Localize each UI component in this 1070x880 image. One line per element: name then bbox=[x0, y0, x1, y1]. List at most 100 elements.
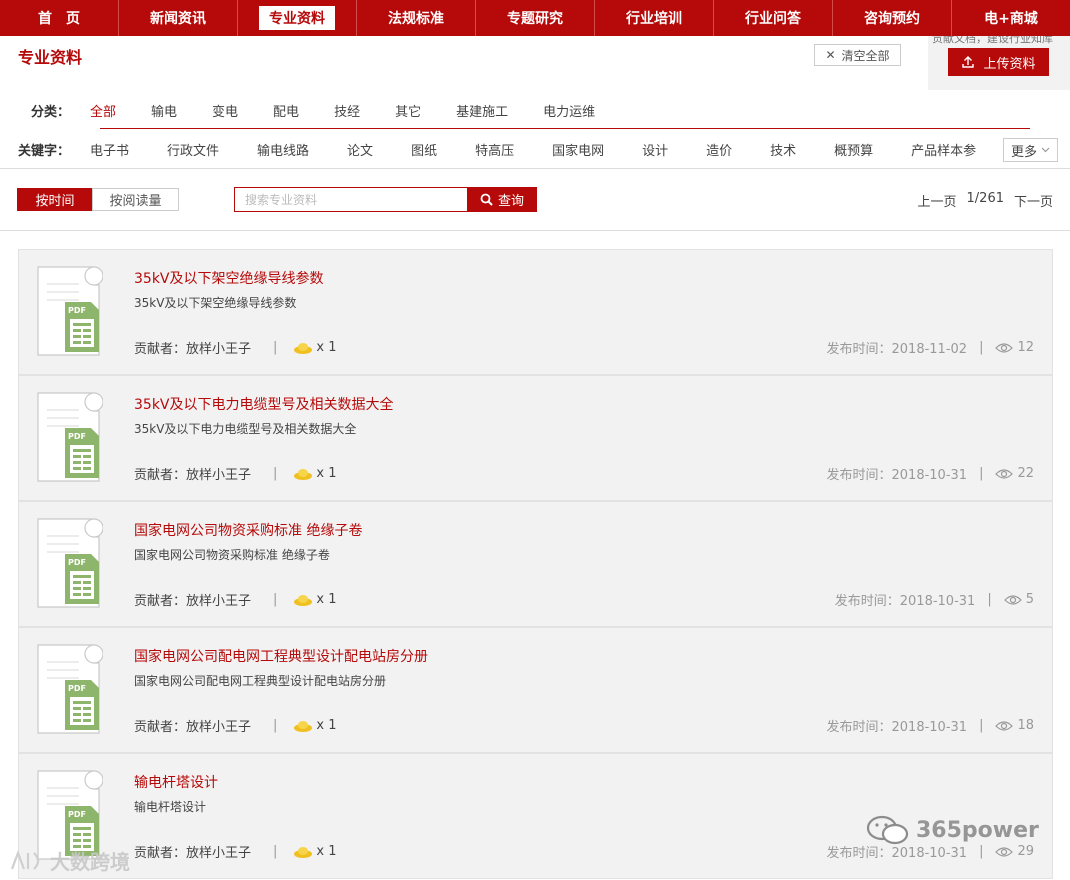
page-title: 专业资料 bbox=[18, 48, 83, 67]
view-count-value: 5 bbox=[1025, 592, 1034, 607]
divider bbox=[0, 230, 1070, 231]
document-description: 35kV及以下架空绝缘导线参数 bbox=[134, 296, 297, 310]
eye-icon bbox=[995, 720, 1014, 731]
keyword-label: 关键字： bbox=[17, 143, 70, 159]
document-meta: 贡献者：放样小王子 | x 1 bbox=[134, 590, 337, 609]
pager: 上一页 1/261 下一页 bbox=[918, 191, 1054, 210]
coin-count: x 1 bbox=[316, 466, 337, 481]
document-title[interactable]: 国家电网公司物资采购标准 绝缘子卷 bbox=[134, 520, 362, 540]
document-stats: 发布时间：2018-11-02 | 12 bbox=[827, 338, 1035, 357]
top-nav: 首 页 新闻资讯 专业资料 法规标准 专题研究 行业培训 行业问答 咨询预约 电… bbox=[0, 0, 1070, 36]
keyword-item[interactable]: 图纸 bbox=[411, 140, 437, 159]
document-description: 输电杆塔设计 bbox=[134, 800, 207, 814]
document-description: 国家电网公司配电网工程典型设计配电站房分册 bbox=[134, 674, 387, 688]
nav-qa[interactable]: 行业问答 bbox=[714, 0, 833, 36]
keyword-item[interactable]: 特高压 bbox=[475, 140, 514, 159]
nav-training[interactable]: 行业培训 bbox=[595, 0, 714, 36]
keyword-item[interactable]: 设计 bbox=[642, 140, 668, 159]
nav-home[interactable]: 首 页 bbox=[0, 0, 119, 36]
next-page-link[interactable]: 下一页 bbox=[1014, 191, 1053, 210]
view-count: 22 bbox=[995, 466, 1034, 481]
keyword-item[interactable]: 国家电网 bbox=[552, 140, 604, 159]
view-count-value: 22 bbox=[1017, 466, 1034, 481]
coin-cost: x 1 bbox=[293, 340, 337, 355]
eye-icon bbox=[995, 846, 1014, 857]
sort-by-reads-button[interactable]: 按阅读量 bbox=[92, 188, 179, 211]
separator: | bbox=[273, 592, 278, 607]
gold-ingot-icon bbox=[294, 720, 313, 732]
keyword-item[interactable]: 行政文件 bbox=[167, 140, 219, 159]
nav-regulations[interactable]: 法规标准 bbox=[357, 0, 476, 36]
contributor: 贡献者：放样小王子 bbox=[134, 846, 252, 861]
coin-cost: x 1 bbox=[293, 718, 337, 733]
clear-all-button[interactable]: ✕ 清空全部 bbox=[814, 44, 901, 66]
list-item[interactable]: PDF 35kV及以下架空绝缘导线参数 35kV及以下架空绝缘导线参数 贡献者：放样小… bbox=[18, 249, 1053, 375]
view-count-value: 29 bbox=[1017, 844, 1034, 859]
view-count: 5 bbox=[1003, 592, 1034, 607]
keyword-item[interactable]: 技术 bbox=[770, 140, 796, 159]
keyword-item[interactable]: 产品样本参 bbox=[911, 140, 976, 159]
category-tech-econ[interactable]: 技经 bbox=[334, 101, 360, 120]
nav-consult[interactable]: 咨询预约 bbox=[833, 0, 952, 36]
list-item[interactable]: PDF 国家电网公司物资采购标准 绝缘子卷 国家电网公司物资采购标准 绝缘子卷 贡献者… bbox=[18, 501, 1053, 627]
category-operation[interactable]: 电力运维 bbox=[543, 101, 595, 120]
document-title[interactable]: 35kV及以下电力电缆型号及相关数据大全 bbox=[134, 394, 394, 414]
keyword-item[interactable]: 概预算 bbox=[834, 140, 873, 159]
keyword-item[interactable]: 论文 bbox=[347, 140, 373, 159]
upload-icon bbox=[962, 56, 975, 68]
search-button[interactable]: 查询 bbox=[467, 187, 537, 212]
coin-cost: x 1 bbox=[293, 844, 337, 859]
nav-mall[interactable]: 电+商城 bbox=[952, 0, 1070, 36]
nav-research[interactable]: 专题研究 bbox=[476, 0, 595, 36]
document-title[interactable]: 35kV及以下架空绝缘导线参数 bbox=[134, 268, 324, 288]
keyword-item[interactable]: 电子书 bbox=[90, 140, 129, 159]
search-input[interactable] bbox=[234, 187, 468, 212]
pdf-document-icon: PDF bbox=[37, 518, 103, 608]
document-list: PDF 35kV及以下架空绝缘导线参数 35kV及以下架空绝缘导线参数 贡献者：放样小… bbox=[18, 249, 1053, 879]
category-construction[interactable]: 基建施工 bbox=[456, 101, 508, 120]
eye-icon bbox=[1003, 594, 1022, 605]
category-other[interactable]: 其它 bbox=[395, 101, 421, 120]
watermark-365power: 365power bbox=[866, 814, 1039, 846]
close-icon: ✕ bbox=[825, 48, 836, 62]
svg-text:PDF: PDF bbox=[68, 810, 86, 819]
keyword-item[interactable]: 输电线路 bbox=[257, 140, 309, 159]
publish-date: 发布时间：2018-10-31 bbox=[834, 594, 976, 609]
coin-count: x 1 bbox=[316, 592, 337, 607]
keyword-item[interactable]: 造价 bbox=[706, 140, 732, 159]
category-distribution[interactable]: 配电 bbox=[273, 101, 299, 120]
sort-by-time-button[interactable]: 按时间 bbox=[17, 188, 93, 211]
category-all[interactable]: 全部 bbox=[90, 101, 116, 120]
list-item[interactable]: PDF 35kV及以下电力电缆型号及相关数据大全 35kV及以下电力电缆型号及相关数… bbox=[18, 375, 1053, 501]
nav-news[interactable]: 新闻资讯 bbox=[119, 0, 238, 36]
pdf-document-icon: PDF bbox=[37, 644, 103, 734]
eye-icon bbox=[995, 342, 1014, 353]
search-icon bbox=[480, 193, 493, 206]
upload-button[interactable]: 上传资料 bbox=[948, 48, 1049, 76]
document-title[interactable]: 国家电网公司配电网工程典型设计配电站房分册 bbox=[134, 646, 428, 666]
separator: | bbox=[979, 466, 984, 481]
wechat-icon bbox=[866, 815, 909, 845]
more-keywords-button[interactable]: 更多 bbox=[1003, 138, 1058, 162]
document-title[interactable]: 输电杆塔设计 bbox=[134, 772, 218, 792]
category-substation[interactable]: 变电 bbox=[212, 101, 238, 120]
category-underline bbox=[100, 128, 1030, 129]
view-count: 18 bbox=[995, 718, 1034, 733]
brand-logo-icon bbox=[10, 849, 40, 870]
category-transmission[interactable]: 输电 bbox=[151, 101, 177, 120]
gold-ingot-icon bbox=[294, 594, 313, 606]
document-meta: 贡献者：放样小王子 | x 1 bbox=[134, 338, 337, 357]
view-count: 12 bbox=[995, 340, 1034, 355]
watermark-dashu: 大数跨境 bbox=[8, 846, 130, 875]
svg-text:PDF: PDF bbox=[68, 306, 86, 315]
coin-count: x 1 bbox=[316, 844, 337, 859]
contribute-hint: 贡献文档，建设行业知库 bbox=[932, 36, 1053, 45]
divider bbox=[0, 168, 1070, 169]
nav-professional-materials[interactable]: 专业资料 bbox=[238, 0, 357, 36]
category-filter: 分类： 全部 输电 变电 配电 技经 其它 基建施工 电力运维 bbox=[0, 96, 1070, 124]
prev-page-link[interactable]: 上一页 bbox=[918, 191, 957, 210]
view-count-value: 18 bbox=[1017, 718, 1034, 733]
document-stats: 发布时间：2018-10-31 | 22 bbox=[827, 464, 1035, 483]
page-indicator: 1/261 bbox=[966, 191, 1004, 206]
list-item[interactable]: PDF 国家电网公司配电网工程典型设计配电站房分册 国家电网公司配电网工程典型设计配… bbox=[18, 627, 1053, 753]
